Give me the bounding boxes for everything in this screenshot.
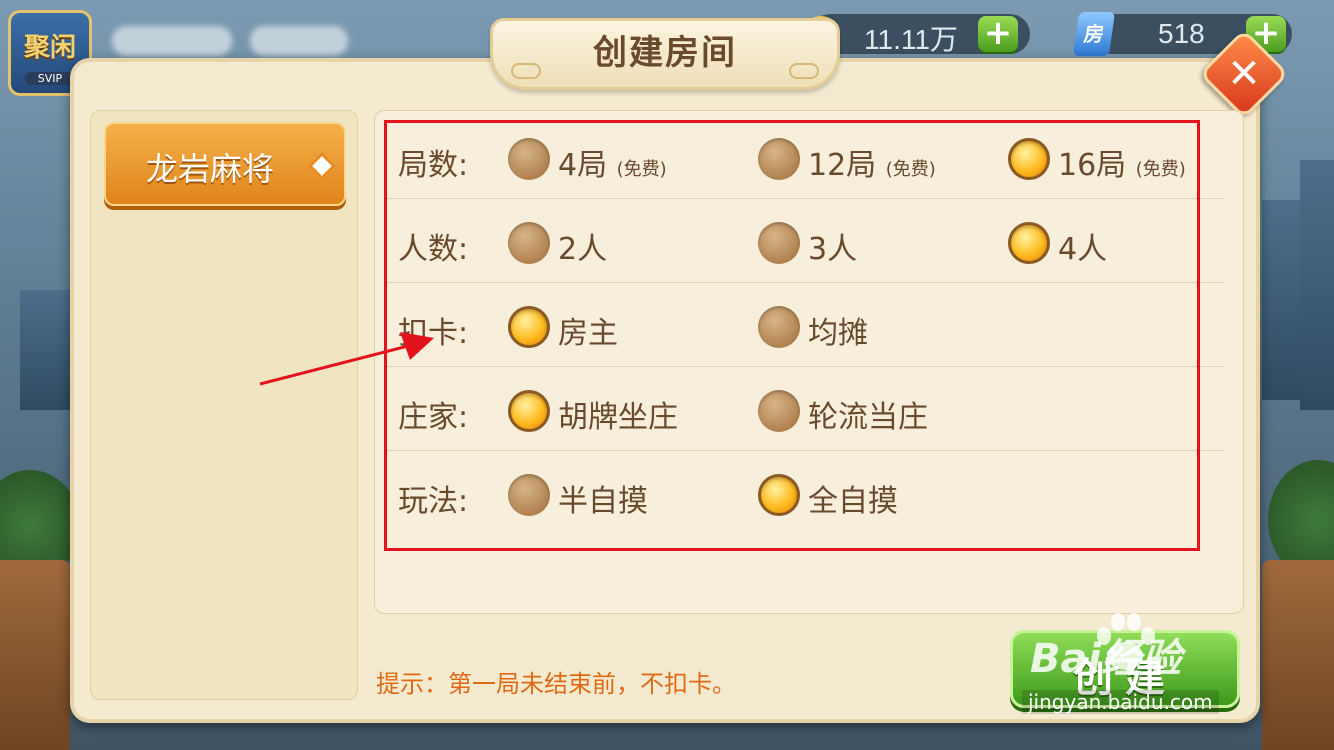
room-card-icon: 房 <box>1072 12 1116 56</box>
add-coins-button[interactable]: + <box>978 16 1018 52</box>
close-icon: ✕ <box>1227 51 1261 97</box>
cloud-ornament-icon <box>511 63 541 79</box>
coin-balance: 11.11万 + <box>802 14 1030 55</box>
hint-text: 提示：第一局未结束前，不扣卡。 <box>376 670 736 698</box>
background-planter <box>1262 560 1334 750</box>
coin-amount: 11.11万 <box>864 24 958 55</box>
room-card-amount: 518 <box>1158 18 1205 49</box>
blurred-username <box>112 26 232 56</box>
watermark-url: jingyan.baidu.com <box>1022 690 1219 714</box>
diamond-icon <box>307 151 337 181</box>
logo-svip-badge: SVIP <box>25 72 75 85</box>
watermark-text: Bai经验 <box>1030 636 1182 682</box>
background-building <box>20 290 70 410</box>
annotation-highlight-box <box>384 120 1200 551</box>
game-tab-label: 龙岩麻将 <box>146 150 275 188</box>
background-planter <box>0 560 70 750</box>
game-tab-longyan-mahjong[interactable]: 龙岩麻将 <box>104 122 346 206</box>
blurred-user-id <box>250 26 348 56</box>
dialog-title: 创建房间 <box>593 33 737 73</box>
background-building <box>1300 160 1334 410</box>
logo-text: 聚闲 <box>23 33 76 63</box>
dialog-title-tab: 创建房间 <box>490 18 840 90</box>
annotation-arrow-icon <box>259 332 434 386</box>
cloud-ornament-icon <box>789 63 819 79</box>
